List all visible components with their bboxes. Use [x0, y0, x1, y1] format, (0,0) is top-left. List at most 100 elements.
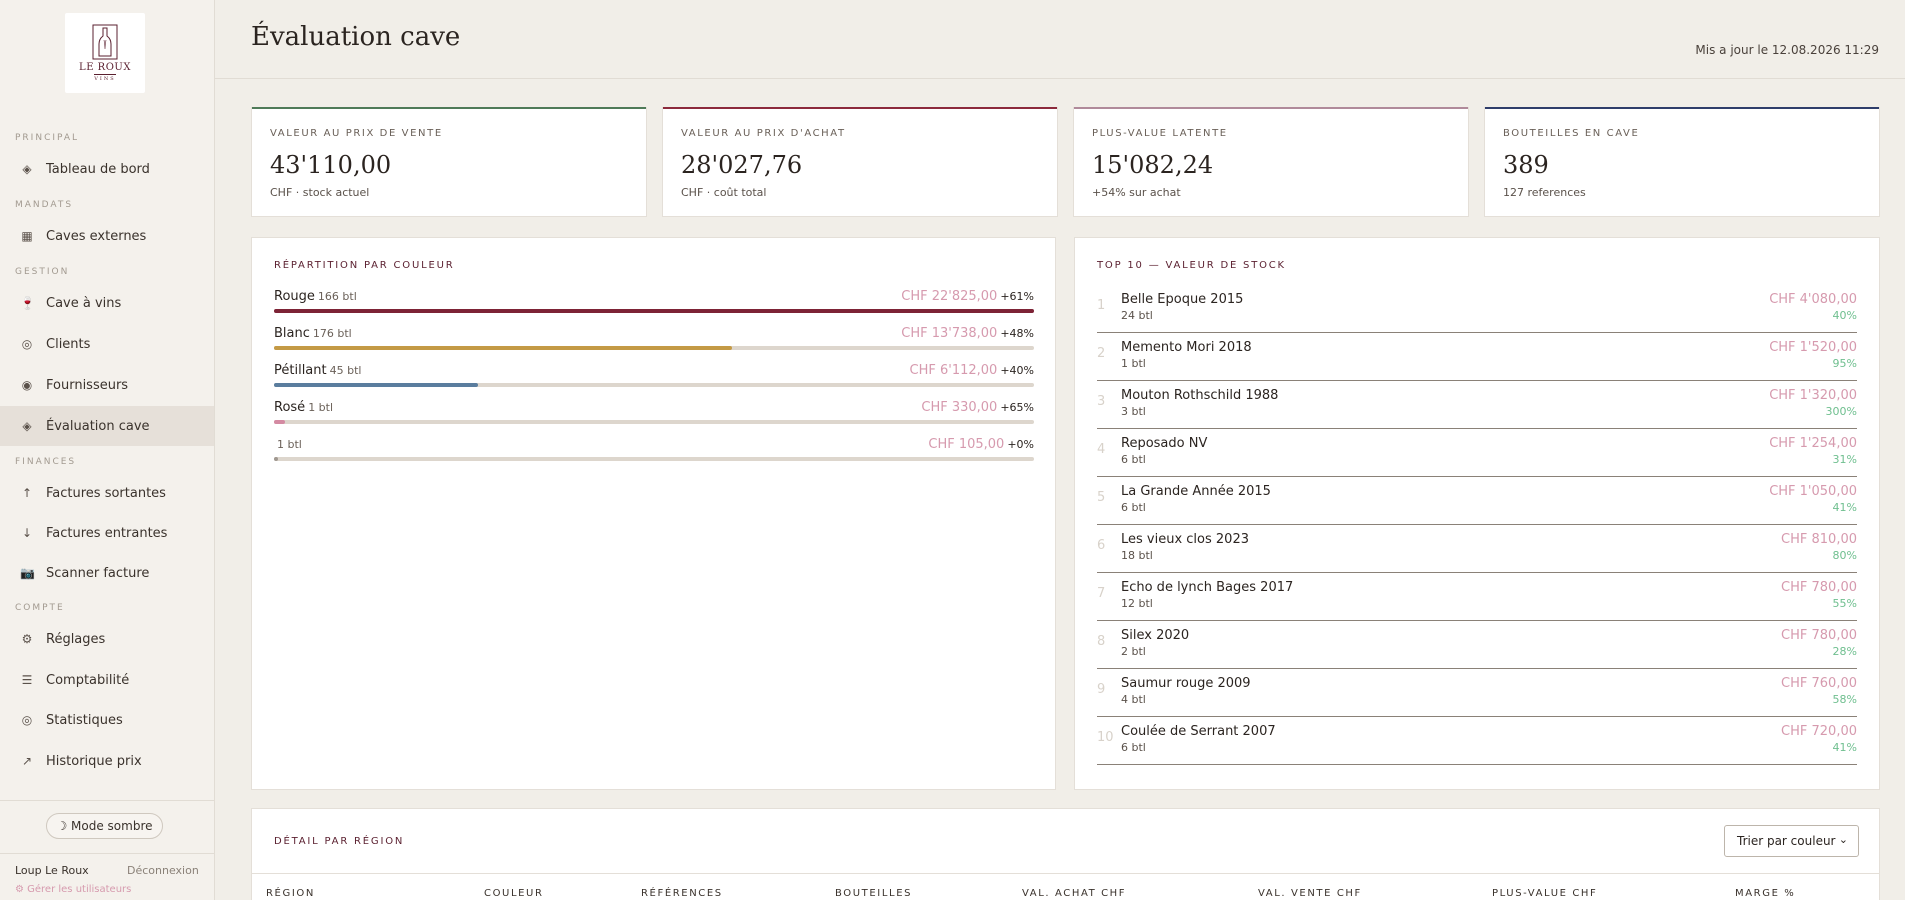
table-row[interactable]: 5 La Grande Année 2015 6 btl CHF 1'050,00 41… — [1097, 477, 1857, 525]
color-name: Rouge 166 btl — [274, 289, 357, 304]
color-value: CHF 6'112,00 — [909, 363, 998, 378]
sort-select-value: Trier par couleur — [1737, 834, 1836, 848]
color-value: CHF 22'825,00 — [901, 289, 998, 304]
sidebar-item-statistiques[interactable]: ◎ Statistiques — [0, 700, 214, 740]
sidebar-item-historique-prix[interactable]: ↗ Historique prix — [0, 741, 214, 781]
color-pct: +48% — [1000, 327, 1034, 340]
wine-name: La Grande Année 2015 — [1121, 484, 1271, 499]
column-header-val-achat[interactable]: VAL. ACHAT CHF — [1022, 888, 1126, 899]
panel-title: RÉPARTITION PAR COULEUR — [274, 260, 455, 271]
column-header-couleur[interactable]: COULEUR — [484, 888, 544, 899]
sidebar-item-cave-a-vins[interactable]: 🍷 Cave à vins — [0, 283, 214, 323]
kpi-label: VALEUR AU PRIX D'ACHAT — [681, 128, 846, 139]
kpi-sub: +54% sur achat — [1092, 186, 1181, 199]
color-values: CHF 105,00 +0% — [928, 437, 1034, 452]
column-header-references[interactable]: RÉFÉRENCES — [641, 888, 723, 899]
color-values: CHF 330,00 +65% — [921, 400, 1034, 415]
logo-name: LE ROUX — [79, 62, 131, 73]
stock-value: CHF 1'050,00 — [1769, 484, 1857, 499]
kpi-value: 15'082,24 — [1092, 151, 1214, 179]
bottle-count: 166 btl — [317, 290, 357, 303]
sidebar-item-label: Scanner facture — [46, 565, 150, 581]
color-row: Rouge 166 btl CHF 22'825,00 +61% — [274, 289, 1034, 319]
bottle-count: 6 btl — [1121, 741, 1146, 754]
wine-glass-icon: 🍷 — [20, 296, 35, 310]
progress-fill — [274, 346, 732, 350]
stock-value: CHF 780,00 — [1781, 580, 1857, 595]
circle-icon: ◎ — [21, 713, 33, 727]
wine-name: Saumur rouge 2009 — [1121, 676, 1251, 691]
wine-name: Belle Epoque 2015 — [1121, 292, 1244, 307]
margin-pct: 40% — [1832, 309, 1857, 322]
arrow-up-icon: ↑ — [21, 486, 33, 500]
wine-name: Coulée de Serrant 2007 — [1121, 724, 1276, 739]
column-header-region[interactable]: RÉGION — [266, 888, 315, 899]
margin-pct: 58% — [1832, 693, 1857, 706]
color-values: CHF 6'112,00 +40% — [910, 363, 1034, 378]
margin-pct: 80% — [1832, 549, 1857, 562]
sidebar-item-tableau-de-bord[interactable]: ◈ Tableau de bord — [0, 149, 214, 189]
column-header-plus-value[interactable]: PLUS-VALUE CHF — [1492, 888, 1597, 899]
column-header-val-vente[interactable]: VAL. VENTE CHF — [1258, 888, 1362, 899]
kpi-value: 389 — [1503, 151, 1549, 179]
logo[interactable]: LE ROUX VINS — [65, 13, 145, 93]
sidebar-item-scanner-facture[interactable]: 📷 Scanner facture — [0, 553, 214, 593]
panel-title: TOP 10 — VALEUR DE STOCK — [1097, 260, 1286, 271]
sidebar-item-label: Historique prix — [46, 753, 142, 769]
rank: 9 — [1097, 682, 1106, 697]
kpi-accent — [663, 107, 1057, 109]
color-row: Blanc 176 btl CHF 13'738,00 +48% — [274, 326, 1034, 356]
rank: 5 — [1097, 490, 1106, 505]
sidebar-footer: Loup Le Roux Déconnexion ⚙ Gérer les uti… — [0, 853, 214, 895]
panel-title: DÉTAIL PAR RÉGION — [274, 836, 405, 847]
color-label: Blanc — [274, 326, 310, 341]
table-row[interactable]: 2 Memento Mori 2018 1 btl CHF 1'520,00 95% — [1097, 333, 1857, 381]
table-row[interactable]: 7 Echo de lynch Bages 2017 12 btl CHF 780,0… — [1097, 573, 1857, 621]
sidebar-item-factures-sortantes[interactable]: ↑ Factures sortantes — [0, 473, 214, 513]
bottle-count: 176 btl — [312, 327, 352, 340]
margin-pct: 28% — [1832, 645, 1857, 658]
sort-select[interactable]: Trier par couleur ⌄ — [1724, 825, 1859, 857]
logout-link[interactable]: Déconnexion — [127, 864, 199, 877]
sidebar-item-label: Clients — [46, 336, 91, 352]
table-row[interactable]: 1 Belle Epoque 2015 24 btl CHF 4'080,00 40% — [1097, 285, 1857, 333]
gear-icon: ⚙ — [21, 632, 33, 646]
bottle-count: 18 btl — [1121, 549, 1153, 562]
progress-fill — [274, 309, 1034, 313]
color-pct: +0% — [1007, 438, 1034, 451]
progress-track — [274, 309, 1034, 313]
page-title: Évaluation cave — [251, 22, 461, 52]
rank: 3 — [1097, 394, 1106, 409]
column-header-marge[interactable]: MARGE % — [1735, 888, 1795, 899]
sidebar-item-factures-entrantes[interactable]: ↓ Factures entrantes — [0, 513, 214, 553]
table-row[interactable]: 9 Saumur rouge 2009 4 btl CHF 760,00 58% — [1097, 669, 1857, 717]
sidebar-item-comptabilite[interactable]: ☰ Comptabilité — [0, 660, 214, 700]
table-row[interactable]: 4 Reposado NV 6 btl CHF 1'254,00 31% — [1097, 429, 1857, 477]
rank: 4 — [1097, 442, 1106, 457]
sidebar-item-clients[interactable]: ◎ Clients — [0, 324, 214, 364]
sidebar-item-reglages[interactable]: ⚙ Réglages — [0, 619, 214, 659]
color-value: CHF 330,00 — [921, 400, 998, 415]
user-name: Loup Le Roux — [15, 864, 89, 877]
kpi-card-purchase-value: VALEUR AU PRIX D'ACHAT 28'027,76 CHF · c… — [662, 107, 1058, 217]
table-row[interactable]: 6 Les vieux clos 2023 18 btl CHF 810,00 80% — [1097, 525, 1857, 573]
bottle-count: 3 btl — [1121, 405, 1146, 418]
sidebar-item-label: Réglages — [46, 631, 106, 647]
table-row[interactable]: 8 Silex 2020 2 btl CHF 780,00 28% — [1097, 621, 1857, 669]
bottle-count: 1 btl — [308, 401, 334, 414]
sidebar-item-evaluation-cave[interactable]: ◈ Évaluation cave — [0, 406, 214, 446]
column-header-bouteilles[interactable]: BOUTEILLES — [835, 888, 912, 899]
margin-pct: 95% — [1832, 357, 1857, 370]
color-pct: +40% — [1000, 364, 1034, 377]
sidebar-item-fournisseurs[interactable]: ◉ Fournisseurs — [0, 365, 214, 405]
bottle-count: 12 btl — [1121, 597, 1153, 610]
circle-icon: ◎ — [21, 337, 33, 351]
table-row[interactable]: 10 Coulée de Serrant 2007 6 btl CHF 720,00 4… — [1097, 717, 1857, 765]
manage-users-link[interactable]: ⚙ Gérer les utilisateurs — [15, 884, 131, 895]
table-row[interactable]: 3 Mouton Rothschild 1988 3 btl CHF 1'320,00… — [1097, 381, 1857, 429]
nav-section-principal: PRINCIPAL — [15, 133, 80, 143]
rank: 1 — [1097, 298, 1106, 313]
dark-mode-toggle[interactable]: ☽ Mode sombre — [46, 813, 163, 839]
sidebar-item-caves-externes[interactable]: ▦ Caves externes — [0, 216, 214, 256]
bottle-count: 24 btl — [1121, 309, 1153, 322]
